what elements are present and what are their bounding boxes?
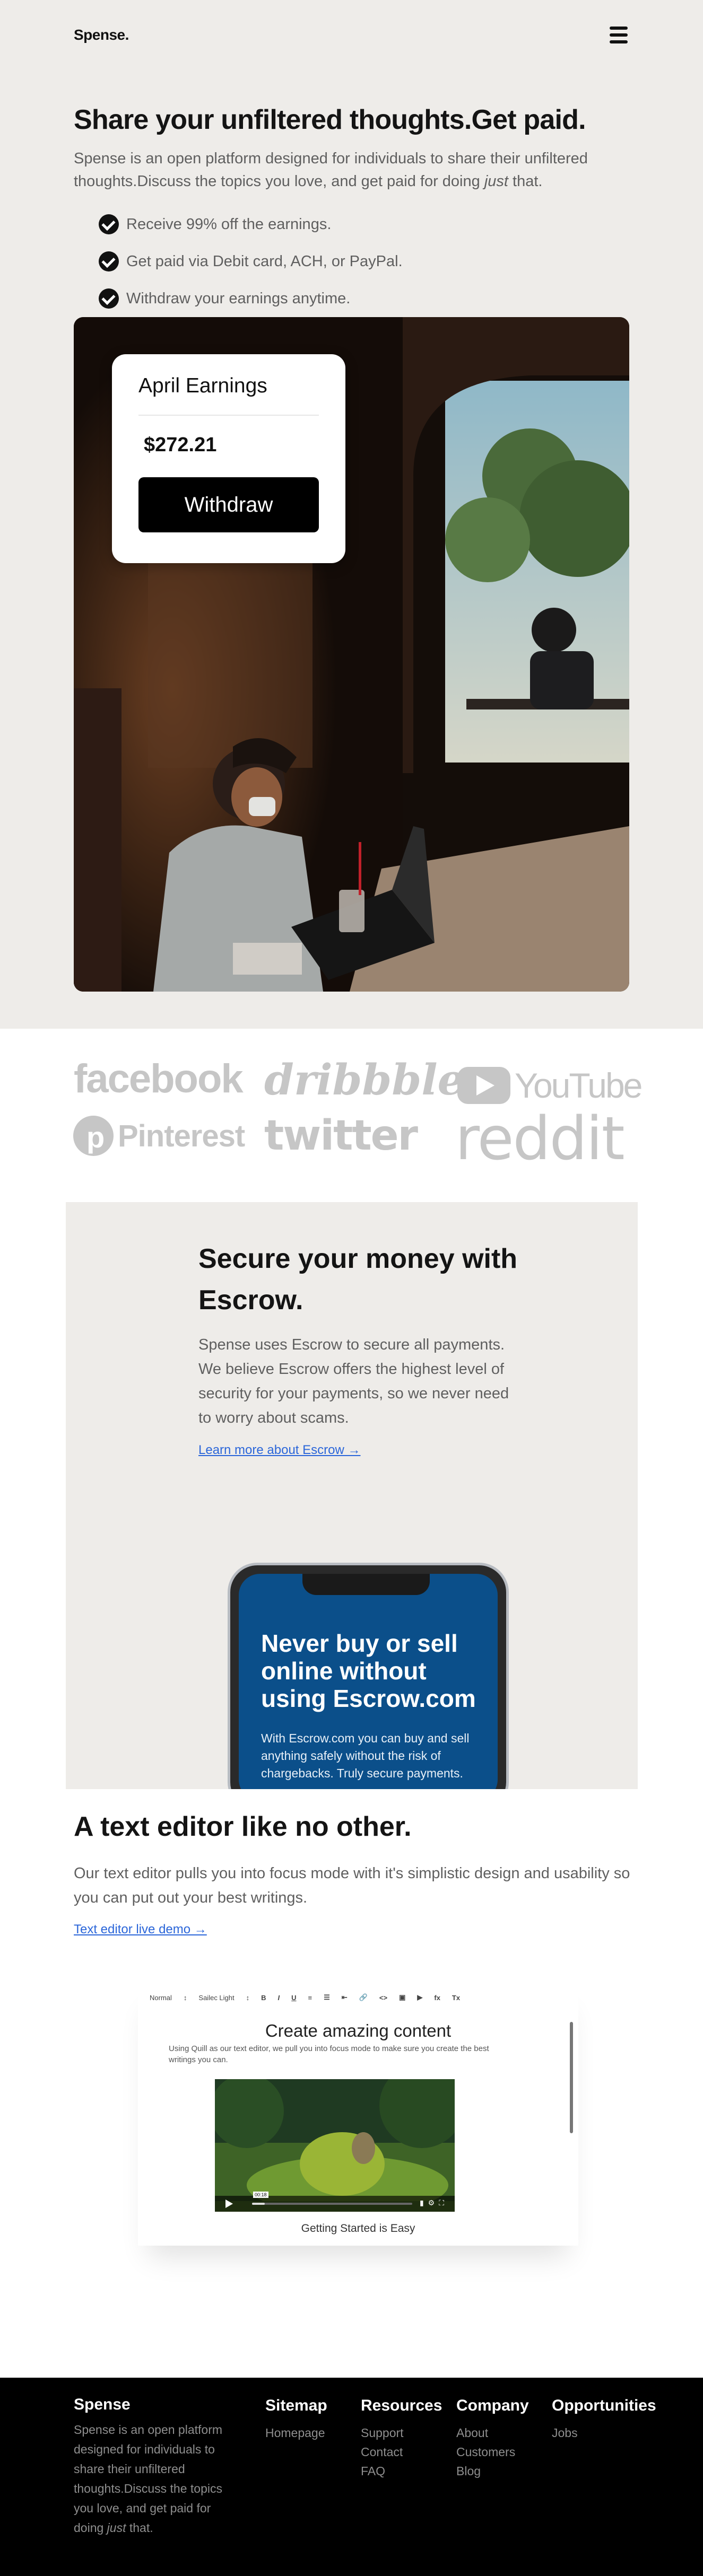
style-select[interactable]: Normal	[150, 1994, 172, 2002]
brand-logos-strip: facebook dribbble YouTube p Pinterest tw…	[0, 1055, 703, 1173]
formula-icon[interactable]: fx	[434, 1994, 440, 2002]
withdraw-button[interactable]: Withdraw	[138, 477, 319, 532]
hero-title: Share your unfiltered thoughts.Get paid.	[74, 104, 586, 135]
editor-section-title: A text editor like no other.	[74, 1811, 412, 1842]
editor-section-body: Our text editor pulls you into focus mod…	[74, 1865, 630, 1906]
top-nav: Spense.	[74, 22, 629, 50]
underline-button[interactable]: U	[291, 1994, 296, 2002]
video-controls: 00:18 ▮⚙⛶	[215, 2192, 455, 2212]
footer-desc-emphasis: just	[107, 2521, 126, 2535]
benefit-label: Get paid via Debit card, ACH, or PayPal.	[126, 252, 403, 270]
phone-mockup: Never buy or sell online without using E…	[228, 1563, 509, 1789]
font-select-chevron-icon[interactable]: ↕	[246, 1994, 250, 2002]
footer-desc-text: Spense is an open platform designed for …	[74, 2423, 223, 2535]
site-footer: Spense Spense is an open platform design…	[0, 2378, 703, 2576]
footer-col-sitemap: Sitemap Homepage	[265, 2397, 327, 2442]
hero-lead-end: that.	[508, 173, 543, 190]
editor-doc-heading[interactable]: Create amazing content	[138, 2021, 578, 2041]
video-time: 00:18	[253, 2192, 268, 2198]
footer-link-customers[interactable]: Customers	[456, 2442, 529, 2461]
italic-button[interactable]: I	[278, 1994, 280, 2002]
footer-link-support[interactable]: Support	[361, 2423, 442, 2442]
editor-demo-link[interactable]: Text editor live demo →	[74, 1922, 207, 1937]
bullet-list-icon[interactable]: ☰	[324, 1993, 330, 2002]
hero-lead: Spense is an open platform designed for …	[74, 147, 626, 193]
benefit-item: Get paid via Debit card, ACH, or PayPal.	[99, 243, 403, 280]
footer-col-title: Sitemap	[265, 2397, 327, 2414]
footer-link-blog[interactable]: Blog	[456, 2461, 529, 2481]
video-icon[interactable]: ▶	[417, 1993, 422, 2002]
footer-col-title: Company	[456, 2397, 529, 2414]
brand-logos: facebook dribbble YouTube p Pinterest tw…	[73, 1055, 643, 1173]
video-progress-fill	[252, 2203, 265, 2205]
earnings-amount: $272.21	[144, 434, 217, 456]
editor-toolbar: Normal ↕ Sailec Light ↕ B I U ≡ ☰ ⇤ 🔗 <>…	[150, 1987, 460, 2008]
check-circle-icon	[99, 288, 119, 309]
clear-format-icon[interactable]: Tx	[452, 1994, 460, 2002]
hero-cafe-photo: April Earnings $272.21 Withdraw	[74, 317, 629, 992]
text-editor-demo: Normal ↕ Sailec Light ↕ B I U ≡ ☰ ⇤ 🔗 <>…	[138, 1981, 578, 2246]
earnings-card-title: April Earnings	[138, 374, 267, 397]
hero-section: Spense. Share your unfiltered thoughts.G…	[0, 0, 703, 1029]
escrow-title: Secure your money with Escrow.	[198, 1243, 518, 1316]
phone-body-text: With Escrow.com you can buy and sell any…	[261, 1731, 470, 1780]
brand-logo[interactable]: Spense.	[74, 27, 129, 43]
footer-col-title: Opportunities	[552, 2397, 656, 2414]
footer-link-faq[interactable]: FAQ	[361, 2461, 442, 2481]
dribbble-logo: dribbble	[264, 1055, 465, 1105]
footer-col-title: Resources	[361, 2397, 442, 2414]
benefit-item: Withdraw your earnings anytime.	[99, 280, 403, 317]
volume-settings-fullscreen-icons[interactable]: ▮⚙⛶	[420, 2198, 448, 2207]
footer-description: Spense is an open platform designed for …	[74, 2420, 233, 2538]
benefit-label: Receive 99% off the earnings.	[126, 215, 332, 233]
bold-button[interactable]: B	[261, 1994, 266, 2002]
footer-link-homepage[interactable]: Homepage	[265, 2423, 327, 2442]
benefit-item: Receive 99% off the earnings.	[99, 206, 403, 243]
ordered-list-icon[interactable]: ≡	[308, 1994, 313, 2002]
check-circle-icon	[99, 251, 119, 271]
facebook-logo: facebook	[74, 1056, 244, 1101]
footer-link-contact[interactable]: Contact	[361, 2442, 442, 2461]
phone-screen: Never buy or sell online without using E…	[239, 1574, 498, 1789]
footer-desc-end: that.	[126, 2521, 153, 2535]
benefit-label: Withdraw your earnings anytime.	[126, 290, 351, 307]
phone-notch	[302, 1574, 430, 1595]
video-frame	[215, 2079, 455, 2212]
embedded-video[interactable]: 00:18 ▮⚙⛶	[215, 2079, 455, 2212]
align-icon[interactable]: ⇤	[342, 1993, 348, 2002]
check-circle-icon	[99, 214, 119, 234]
footer-link-about[interactable]: About	[456, 2423, 529, 2442]
svg-text:p: p	[86, 1120, 105, 1154]
play-icon[interactable]	[225, 2200, 233, 2208]
editor-doc-subtext[interactable]: Using Quill as our text editor, we pull …	[169, 2043, 508, 2065]
phone-headline: Never buy or sell online without using E…	[261, 1629, 476, 1712]
editor-doc-caption[interactable]: Getting Started is Easy	[138, 2222, 578, 2235]
video-progress-bar[interactable]	[252, 2203, 412, 2205]
footer-col-resources: Resources Support Contact FAQ	[361, 2397, 442, 2481]
escrow-learn-more-link[interactable]: Learn more about Escrow →	[198, 1443, 360, 1458]
footer-brand: Spense	[74, 2396, 131, 2413]
footer-col-opportunities: Opportunities Jobs	[552, 2397, 656, 2442]
earnings-card: April Earnings $272.21 Withdraw	[112, 354, 345, 563]
card-divider	[138, 415, 319, 416]
hero-lead-emphasis: just	[484, 173, 508, 190]
twitter-logo: twitter	[264, 1112, 419, 1160]
footer-link-jobs[interactable]: Jobs	[552, 2423, 656, 2442]
link-icon[interactable]: 🔗	[359, 1993, 368, 2002]
escrow-section: Secure your money with Escrow. Spense us…	[66, 1202, 638, 1789]
image-icon[interactable]: ▣	[399, 1993, 405, 2002]
code-icon[interactable]: <>	[379, 1994, 387, 2002]
pinterest-logo: Pinterest	[118, 1119, 245, 1153]
footer-col-company: Company About Customers Blog	[456, 2397, 529, 2481]
hamburger-menu-icon[interactable]	[608, 25, 629, 45]
font-select[interactable]: Sailec Light	[198, 1994, 234, 2002]
reddit-logo: reddit	[455, 1105, 624, 1172]
hero-benefits-list: Receive 99% off the earnings. Get paid v…	[99, 206, 403, 317]
youtube-logo: YouTube	[515, 1066, 641, 1105]
style-select-chevron-icon[interactable]: ↕	[184, 1994, 187, 2002]
escrow-description: Spense uses Escrow to secure all payment…	[198, 1336, 509, 1426]
